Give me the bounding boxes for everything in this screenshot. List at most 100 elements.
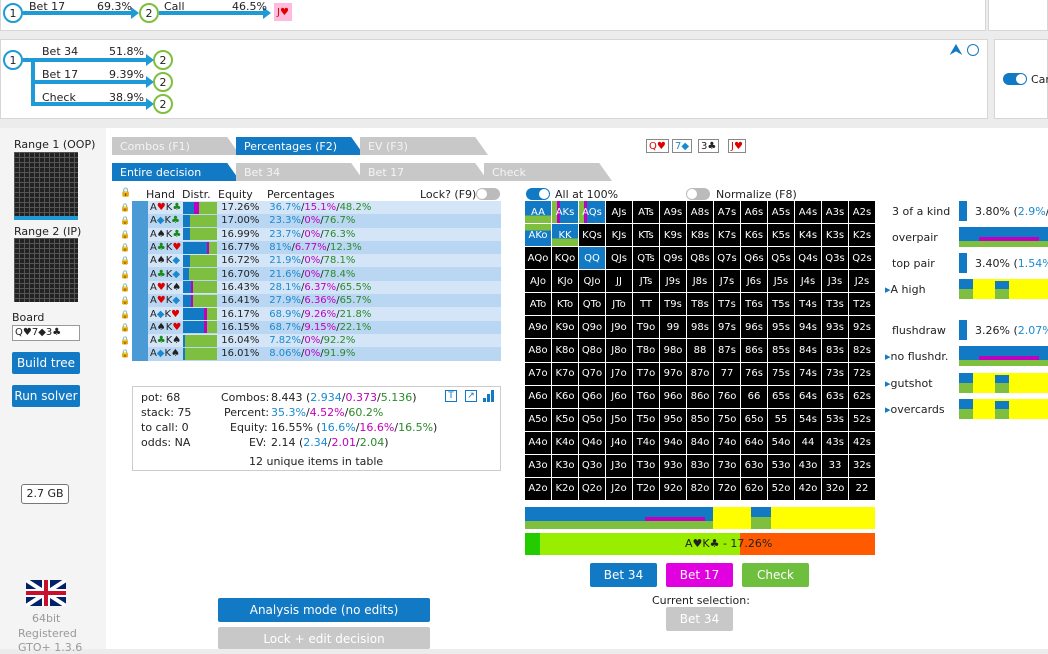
matrix-cell[interactable]: 72o bbox=[714, 477, 740, 500]
matrix-cell[interactable]: KJo bbox=[552, 270, 578, 293]
matrix-cell[interactable]: T6o bbox=[633, 385, 659, 408]
matrix-cell[interactable]: 87o bbox=[687, 362, 713, 385]
tree-node-root[interactable]: 1 bbox=[3, 50, 23, 70]
matrix-cell[interactable]: 43s bbox=[822, 431, 848, 454]
matrix-cell[interactable]: 84o bbox=[687, 431, 713, 454]
table-row[interactable]: 🔒 A♣K◆ 16.70% 21.6%/0%/78.4% bbox=[118, 267, 501, 281]
tab-check[interactable]: Check bbox=[484, 163, 612, 181]
matrix-cell[interactable]: 74o bbox=[714, 431, 740, 454]
lock-icon[interactable]: 🔒 bbox=[120, 243, 130, 252]
matrix-cell[interactable]: AA bbox=[525, 201, 551, 224]
matrix-cell[interactable]: TT bbox=[633, 293, 659, 316]
matrix-cell[interactable]: T8s bbox=[687, 293, 713, 316]
table-row[interactable]: 🔒 A♣K♠ 16.04% 7.82%/0%/92.2% bbox=[118, 333, 501, 348]
matrix-cell[interactable]: 65s bbox=[768, 385, 794, 408]
lock-icon[interactable]: 🔒 bbox=[120, 349, 130, 358]
matrix-cell[interactable]: Q9s bbox=[660, 247, 686, 270]
matrix-cell[interactable]: 85s bbox=[768, 339, 794, 362]
matrix-cell[interactable]: 94o bbox=[660, 431, 686, 454]
matrix-cell[interactable]: J5s bbox=[768, 270, 794, 293]
matrix-cell[interactable]: 53o bbox=[768, 454, 794, 477]
bet17-button[interactable]: Bet 17 bbox=[666, 563, 733, 587]
matrix-cell[interactable]: 82o bbox=[687, 477, 713, 500]
export-icon[interactable]: ↗ bbox=[465, 390, 477, 402]
tree-node-bet34[interactable]: 2 bbox=[153, 50, 173, 70]
side-toggle[interactable] bbox=[1003, 73, 1027, 85]
matrix-cell[interactable]: K8o bbox=[552, 339, 578, 362]
matrix-cell[interactable]: T9s bbox=[660, 293, 686, 316]
range2-grid[interactable] bbox=[14, 238, 78, 302]
run-solver-button[interactable]: Run solver bbox=[12, 385, 80, 407]
lock-icon[interactable]: 🔒 bbox=[120, 256, 130, 265]
matrix-cell[interactable]: K6s bbox=[741, 224, 767, 247]
matrix-cell[interactable]: AJo bbox=[525, 270, 551, 293]
tree-action-check[interactable]: Check bbox=[42, 91, 76, 104]
matrix-cell[interactable]: 93o bbox=[660, 454, 686, 477]
board-input[interactable]: Q♥7◆3♣ bbox=[12, 325, 80, 341]
matrix-cell[interactable]: AQs bbox=[579, 201, 605, 224]
table-row[interactable]: 🔒 A◆K♣ 17.00% 23.3%/0%/76.7% bbox=[118, 214, 501, 228]
lock-edit-button[interactable]: Lock + edit decision bbox=[218, 627, 430, 649]
matrix-cell[interactable]: QJo bbox=[579, 270, 605, 293]
matrix-cell[interactable]: Q5o bbox=[579, 408, 605, 431]
tree-node-2[interactable]: 2 bbox=[139, 3, 159, 23]
tab-ev[interactable]: EV (F3) bbox=[360, 137, 488, 155]
matrix-cell[interactable]: A4o bbox=[525, 431, 551, 454]
matrix-cell[interactable]: 99 bbox=[660, 316, 686, 339]
matrix-cell[interactable]: 98s bbox=[687, 316, 713, 339]
matrix-cell[interactable]: 75o bbox=[714, 408, 740, 431]
matrix-cell[interactable]: 32o bbox=[822, 477, 848, 500]
tab-bet17[interactable]: Bet 17 bbox=[360, 163, 488, 181]
tree-action-call[interactable]: Call bbox=[164, 0, 185, 13]
table-row[interactable]: 🔒 A◆K♠ 16.01% 8.06%/0%/91.9% bbox=[118, 347, 501, 361]
chart-icon[interactable] bbox=[483, 390, 495, 402]
matrix-cell[interactable]: 52o bbox=[768, 477, 794, 500]
matrix-cell[interactable]: 92o bbox=[660, 477, 686, 500]
matrix-cell[interactable]: 54o bbox=[768, 431, 794, 454]
matrix-cell[interactable]: 95o bbox=[660, 408, 686, 431]
check-button[interactable]: Check bbox=[742, 563, 809, 587]
matrix-cell[interactable]: KTo bbox=[552, 293, 578, 316]
matrix-cell[interactable]: 82s bbox=[849, 339, 875, 362]
matrix-cell[interactable]: Q6s bbox=[741, 247, 767, 270]
matrix-cell[interactable]: K2s bbox=[849, 224, 875, 247]
matrix-cell[interactable]: T9o bbox=[633, 316, 659, 339]
table-row[interactable]: 🔒 A♠K♣ 16.99% 23.7%/0%/76.3% bbox=[118, 227, 501, 241]
lock-icon[interactable]: 🔒 bbox=[120, 230, 130, 239]
matrix-cell[interactable]: Q4o bbox=[579, 431, 605, 454]
table-row[interactable]: 🔒 A♥K♠ 16.43% 28.1%/6.37%/65.5% bbox=[118, 280, 501, 295]
analysis-mode-button[interactable]: Analysis mode (no edits) bbox=[218, 598, 430, 622]
matrix-cell[interactable]: Q2s bbox=[849, 247, 875, 270]
matrix-cell[interactable]: Q9o bbox=[579, 316, 605, 339]
matrix-cell[interactable]: Q3s bbox=[822, 247, 848, 270]
stat-label[interactable]: ▸A high bbox=[885, 283, 926, 296]
matrix-cell[interactable]: 88 bbox=[687, 339, 713, 362]
text-icon[interactable]: T bbox=[445, 390, 457, 402]
range1-grid[interactable] bbox=[14, 152, 78, 216]
tree-node-check[interactable]: 2 bbox=[153, 94, 173, 114]
stat-label[interactable]: ▸gutshot bbox=[885, 377, 933, 390]
matrix-cell[interactable]: 52s bbox=[849, 408, 875, 431]
matrix-cell[interactable]: T5o bbox=[633, 408, 659, 431]
matrix-cell[interactable]: 62o bbox=[741, 477, 767, 500]
matrix-cell[interactable]: A9o bbox=[525, 316, 551, 339]
matrix-cell[interactable]: T4s bbox=[795, 293, 821, 316]
matrix-cell[interactable]: T2o bbox=[633, 477, 659, 500]
table-row[interactable]: 🔒 A◆K♥ 16.17% 68.9%/9.26%/21.8% bbox=[118, 307, 501, 321]
uk-flag-icon[interactable] bbox=[26, 580, 66, 606]
matrix-cell[interactable]: 76s bbox=[741, 362, 767, 385]
matrix-cell[interactable]: A7s bbox=[714, 201, 740, 224]
matrix-cell[interactable]: K7o bbox=[552, 362, 578, 385]
matrix-cell[interactable]: K7s bbox=[714, 224, 740, 247]
matrix-cell[interactable]: J4s bbox=[795, 270, 821, 293]
matrix-cell[interactable]: 83s bbox=[822, 339, 848, 362]
matrix-cell[interactable]: ATs bbox=[633, 201, 659, 224]
matrix-cell[interactable]: 63s bbox=[822, 385, 848, 408]
matrix-cell[interactable]: KTs bbox=[633, 224, 659, 247]
matrix-cell[interactable]: Q5s bbox=[768, 247, 794, 270]
tab-bet34[interactable]: Bet 34 bbox=[236, 163, 364, 181]
tab-entire-decision[interactable]: Entire decision bbox=[112, 163, 240, 181]
matrix-cell[interactable]: K3o bbox=[552, 454, 578, 477]
matrix-cell[interactable]: QJs bbox=[606, 247, 632, 270]
bet34-button[interactable]: Bet 34 bbox=[590, 563, 657, 587]
